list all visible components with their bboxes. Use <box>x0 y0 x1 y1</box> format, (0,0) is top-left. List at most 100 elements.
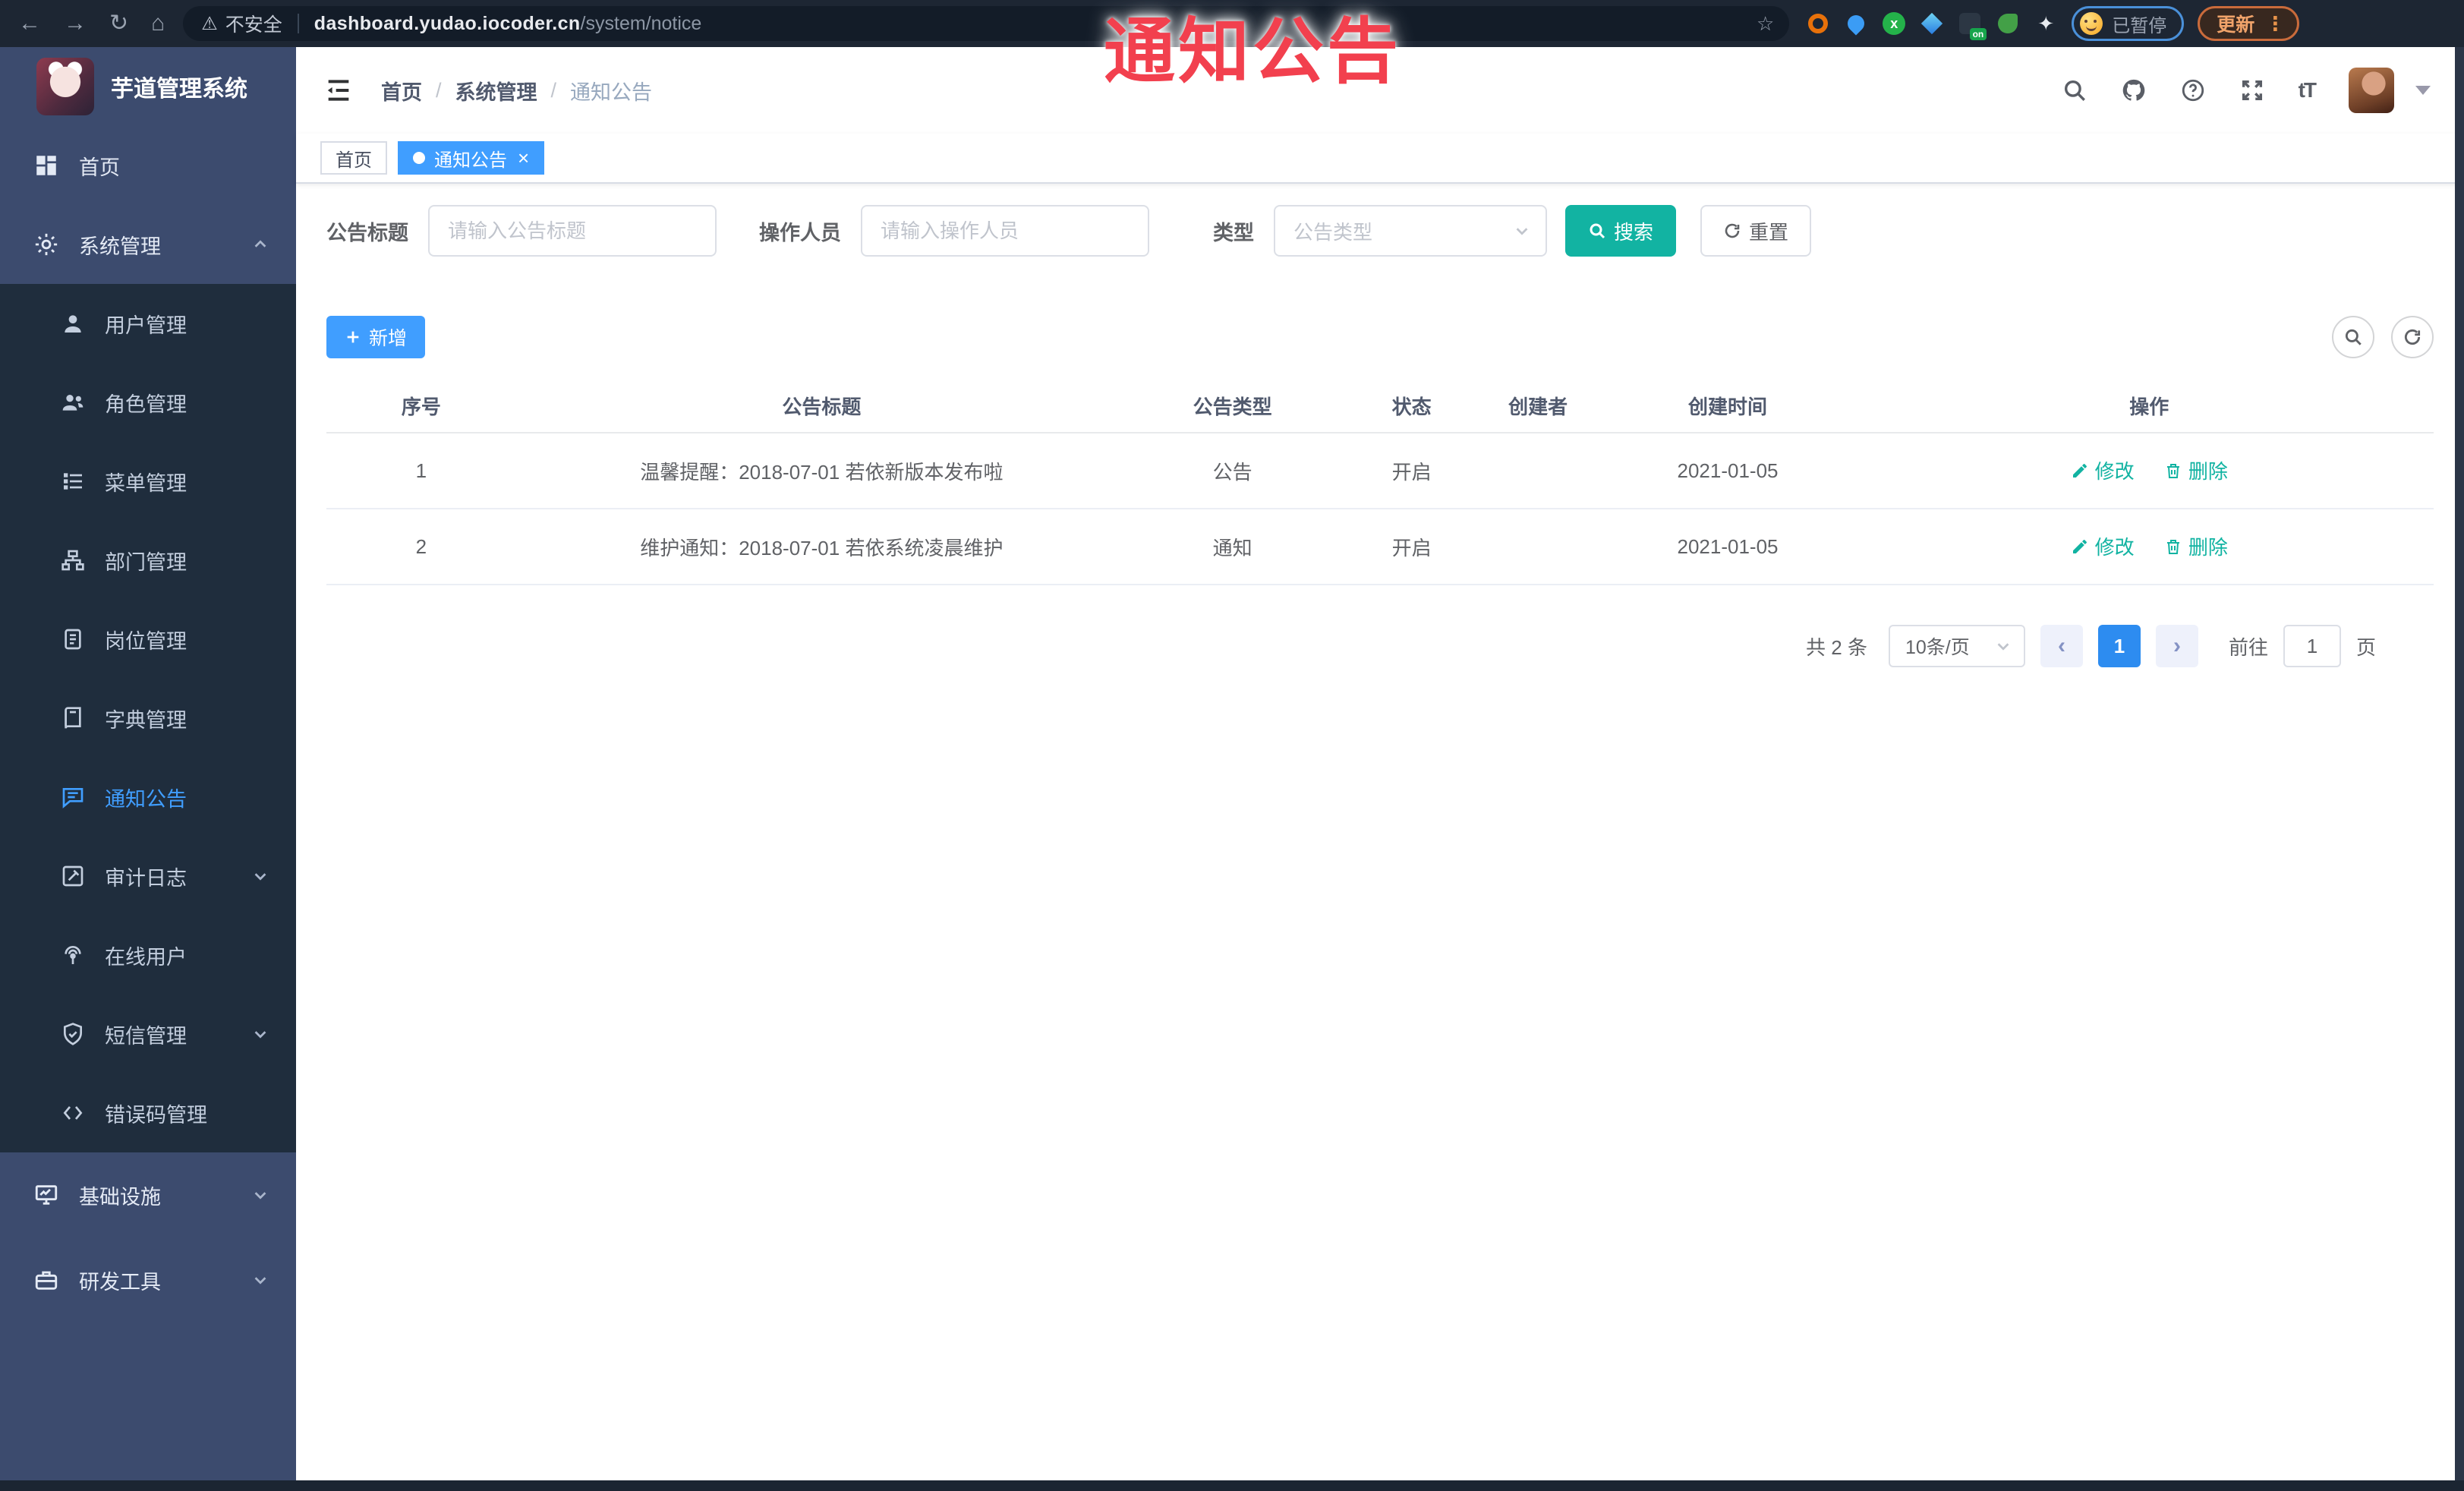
sidebar-item-home[interactable]: 首页 <box>0 126 296 205</box>
breadcrumb-system[interactable]: 系统管理 <box>455 76 537 106</box>
avatar-caret-icon[interactable] <box>2415 86 2431 95</box>
tab-notice[interactable]: 通知公告 × <box>398 141 545 175</box>
delete-link[interactable]: 删除 <box>2164 532 2228 560</box>
sidebar-item-menu-mgmt[interactable]: 菜单管理 <box>0 442 296 521</box>
tags-view-bar: 首页 通知公告 × <box>296 134 2464 184</box>
code-icon <box>63 1106 83 1120</box>
delete-link[interactable]: 删除 <box>2164 456 2228 484</box>
breadcrumb-home[interactable]: 首页 <box>381 76 422 106</box>
badge-icon <box>65 629 81 650</box>
browser-nav-buttons: ← → ↻ ⌂ <box>18 12 165 35</box>
security-warning-icon: ⚠ <box>201 13 218 34</box>
edit-link[interactable]: 修改 <box>2071 532 2135 560</box>
extension-pin-icon[interactable] <box>1844 11 1868 36</box>
sidebar-item-sms-mgmt[interactable]: 短信管理 <box>0 995 296 1073</box>
fullscreen-icon[interactable] <box>2239 77 2265 103</box>
sidebar-item-role-mgmt[interactable]: 角色管理 <box>0 363 296 442</box>
browser-back-icon[interactable]: ← <box>18 12 41 35</box>
sidebar-item-infrastructure[interactable]: 基础设施 <box>0 1152 296 1237</box>
refresh-icon <box>1725 223 1740 238</box>
sidebar-item-devtools[interactable]: 研发工具 <box>0 1237 296 1322</box>
plus-icon <box>347 331 359 343</box>
goto-page-input[interactable] <box>2283 625 2341 667</box>
cell-type: 公告 <box>1126 433 1338 509</box>
app-logo[interactable]: 芋道管理系统 <box>0 47 296 126</box>
refresh-table-button[interactable] <box>2391 316 2434 358</box>
sidebar-item-dict-mgmt[interactable]: 字典管理 <box>0 679 296 758</box>
chevron-down-icon <box>254 873 266 881</box>
sidebar-item-post-mgmt[interactable]: 岗位管理 <box>0 600 296 679</box>
breadcrumb-current: 通知公告 <box>570 80 653 104</box>
operator-filter-input[interactable] <box>861 205 1149 257</box>
browser-reload-icon[interactable]: ↻ <box>109 12 128 35</box>
extension-puzzle-icon[interactable]: ✦ <box>2034 11 2058 36</box>
toggle-search-button[interactable] <box>2332 316 2374 358</box>
broadcast-icon <box>65 946 81 964</box>
search-button[interactable]: 搜索 <box>1565 205 1677 257</box>
browser-update-button[interactable]: 更新 ⋮ <box>2198 6 2300 41</box>
users-icon <box>62 395 83 411</box>
prev-page-button[interactable]: ‹ <box>2040 625 2083 667</box>
profile-paused-badge[interactable]: 已暂停 <box>2072 6 2185 41</box>
tab-close-icon[interactable]: × <box>518 148 529 168</box>
sidebar-collapse-icon[interactable] <box>323 75 354 106</box>
table-row: 1 温馨提醒：2018-07-01 若依新版本发布啦 公告 开启 2021-01… <box>326 433 2434 509</box>
table-tools <box>2332 316 2434 358</box>
col-seq: 序号 <box>326 380 516 433</box>
github-icon[interactable] <box>2121 77 2147 103</box>
cell-status: 开启 <box>1338 509 1486 585</box>
sidebar-menu: 首页 系统管理 用户管理 角色管理 菜单管理 部门管理 岗位管理 字典管理 通知… <box>0 126 296 1322</box>
refresh-icon <box>2404 329 2421 345</box>
cell-seq: 1 <box>326 433 516 509</box>
browser-forward-icon[interactable]: → <box>64 12 87 35</box>
bookmark-star-icon[interactable]: ☆ <box>1757 12 1774 36</box>
tab-home[interactable]: 首页 <box>320 141 387 175</box>
sidebar-item-system[interactable]: 系统管理 <box>0 205 296 284</box>
extension-gem-icon[interactable] <box>1920 11 1944 36</box>
gear-icon <box>35 233 58 256</box>
next-page-button[interactable]: › <box>2155 625 2198 667</box>
trash-icon <box>2166 463 2179 478</box>
search-icon[interactable] <box>2062 77 2087 103</box>
edit-link[interactable]: 修改 <box>2071 456 2135 484</box>
shield-check-icon <box>64 1023 82 1045</box>
book-icon <box>65 707 81 729</box>
update-label: 更新 <box>2217 14 2255 36</box>
sidebar-item-dept-mgmt[interactable]: 部门管理 <box>0 521 296 600</box>
browser-home-icon[interactable]: ⌂ <box>151 12 165 35</box>
title-filter-input[interactable] <box>428 205 717 257</box>
page-1-button[interactable]: 1 <box>2097 625 2141 667</box>
browser-menu-kebab-icon[interactable]: ⋮ <box>2265 12 2285 36</box>
window-bottom-edge <box>0 1480 2464 1491</box>
filter-form: 公告标题 操作人员 类型 公告类型 搜索 <box>326 203 2434 258</box>
page-content: 公告标题 操作人员 类型 公告类型 搜索 <box>296 203 2464 667</box>
security-label[interactable]: 不安全 <box>225 10 282 37</box>
cell-status: 开启 <box>1338 433 1486 509</box>
sidebar-item-online-users[interactable]: 在线用户 <box>0 916 296 995</box>
reset-button[interactable]: 重置 <box>1700 205 1812 257</box>
table-toolbar: 新增 <box>326 316 2434 358</box>
address-bar-divider <box>297 14 299 33</box>
sidebar-item-audit-log[interactable]: 审计日志 <box>0 837 296 916</box>
table-row: 2 维护通知：2018-07-01 若依系统凌晨维护 通知 开启 2021-01… <box>326 509 2434 585</box>
operator-filter-label: 操作人员 <box>759 221 841 244</box>
page-scrollbar[interactable] <box>2455 47 2464 1491</box>
page-size-select[interactable]: 10条/页 <box>1888 625 2025 667</box>
profile-emoji-icon <box>2080 12 2103 35</box>
chevron-down-icon <box>254 1277 266 1285</box>
sidebar-item-notice[interactable]: 通知公告 <box>0 758 296 837</box>
sidebar-item-error-code[interactable]: 错误码管理 <box>0 1073 296 1152</box>
address-bar[interactable]: ⚠ 不安全 dashboard.yudao.iocoder.cn/system/… <box>183 6 1790 41</box>
breadcrumb-separator: / <box>550 78 557 102</box>
font-size-icon[interactable]: tT <box>2299 78 2317 102</box>
extension-ring-icon[interactable] <box>1806 11 1830 36</box>
sidebar-item-user-mgmt[interactable]: 用户管理 <box>0 284 296 363</box>
user-avatar[interactable] <box>2349 68 2394 113</box>
help-icon[interactable] <box>2180 77 2206 103</box>
monitor-icon <box>35 1185 58 1205</box>
extension-switch-icon[interactable]: on <box>1958 11 1987 40</box>
extension-green-icon[interactable]: x <box>1882 11 1906 36</box>
extension-leaf-icon[interactable] <box>1996 11 2020 36</box>
type-filter-select[interactable]: 公告类型 <box>1274 205 1547 257</box>
add-button[interactable]: 新增 <box>326 316 426 358</box>
